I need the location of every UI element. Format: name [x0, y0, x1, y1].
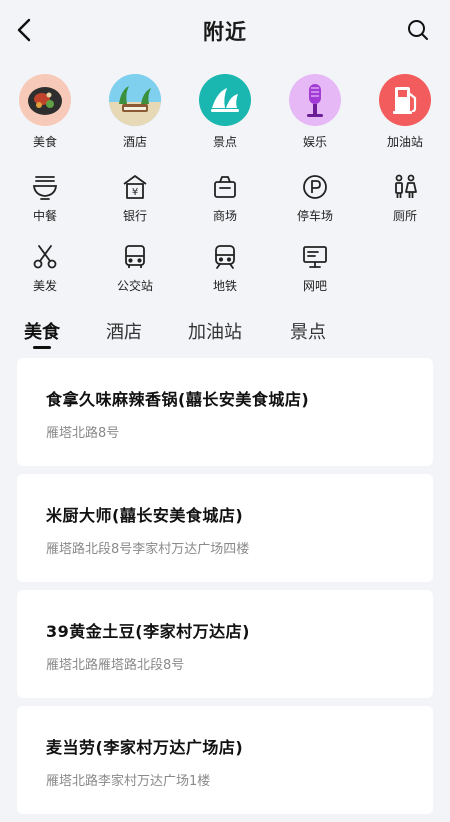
- place-card[interactable]: 食拿久味麻辣香锅(囍长安美食城店) 雁塔北路8号: [17, 358, 433, 466]
- category-label: 景点: [212, 135, 237, 149]
- place-address: 雁塔北路李家村万达广场1楼: [46, 774, 211, 789]
- category-hotel[interactable]: 酒店: [90, 74, 180, 150]
- category-food[interactable]: 美食: [0, 74, 90, 150]
- category-label: 娱乐: [302, 135, 327, 149]
- category-label: 地铁: [212, 279, 237, 293]
- category-restroom[interactable]: 厕所: [360, 172, 450, 242]
- category-bank[interactable]: ¥ 银行: [90, 172, 180, 242]
- subway-icon: [210, 242, 240, 272]
- page-title: 附近: [203, 20, 247, 44]
- noodle-bowl-icon: [30, 172, 60, 202]
- tab-gas-station[interactable]: 加油站: [188, 318, 242, 344]
- place-name: 米厨大师(囍长安美食城店): [46, 506, 244, 525]
- category-label: 公交站: [116, 279, 153, 293]
- place-card[interactable]: 米厨大师(囍长安美食城店) 雁塔路北段8号李家村万达广场四楼: [17, 474, 433, 582]
- category-label: 商场: [212, 209, 237, 223]
- category-grid: 中餐 ¥ 银行 商场 停车场 厕所 美发 公交站 地铁 网吧: [0, 172, 450, 312]
- tab-hotel[interactable]: 酒店: [106, 318, 142, 344]
- category-label: 酒店: [122, 135, 147, 149]
- place-name: 食拿久味麻辣香锅(囍长安美食城店): [46, 390, 310, 409]
- place-address: 雁塔北路8号: [46, 426, 120, 441]
- category-mall[interactable]: 商场: [180, 172, 270, 242]
- attraction-icon: [199, 74, 251, 126]
- scissors-icon: [30, 242, 60, 272]
- tab-attraction[interactable]: 景点: [290, 318, 326, 344]
- search-button[interactable]: [402, 14, 434, 46]
- place-card[interactable]: 39黄金土豆(李家村万达店) 雁塔北路雁塔路北段8号: [17, 590, 433, 698]
- featured-categories: 美食 酒店 景点 娱乐 加油站: [0, 74, 450, 150]
- category-bus-stop[interactable]: 公交站: [90, 242, 180, 312]
- gas-station-icon: [379, 74, 431, 126]
- category-chinese-food[interactable]: 中餐: [0, 172, 90, 242]
- place-address: 雁塔路北段8号李家村万达广场四楼: [46, 542, 250, 557]
- category-entertainment[interactable]: 娱乐: [270, 74, 360, 150]
- place-card[interactable]: 麦当劳(李家村万达广场店) 雁塔北路李家村万达广场1楼: [17, 706, 433, 814]
- bank-icon: ¥: [120, 172, 150, 202]
- computer-icon: [300, 242, 330, 272]
- restroom-icon: [390, 172, 420, 202]
- category-label: 美发: [32, 279, 57, 293]
- parking-icon: [300, 172, 330, 202]
- category-attraction[interactable]: 景点: [180, 74, 270, 150]
- category-gas-station[interactable]: 加油站: [360, 74, 450, 150]
- place-name: 39黄金土豆(李家村万达店): [46, 622, 250, 641]
- tab-food[interactable]: 美食: [24, 318, 60, 344]
- place-name: 麦当劳(李家村万达广场店): [46, 738, 244, 757]
- category-label: 网吧: [302, 279, 327, 293]
- category-label: 停车场: [296, 209, 333, 223]
- svg-text:¥: ¥: [132, 187, 138, 198]
- hotel-icon: [109, 74, 161, 126]
- active-tab-indicator: [33, 346, 51, 349]
- category-label: 美食: [32, 135, 57, 149]
- place-list: 食拿久味麻辣香锅(囍长安美食城店) 雁塔北路8号 米厨大师(囍长安美食城店) 雁…: [17, 358, 433, 822]
- shopping-basket-icon: [210, 172, 240, 202]
- place-address: 雁塔北路雁塔路北段8号: [46, 658, 185, 673]
- search-icon: [408, 20, 428, 40]
- category-subway[interactable]: 地铁: [180, 242, 270, 312]
- category-hair-salon[interactable]: 美发: [0, 242, 90, 312]
- category-label: 银行: [122, 209, 147, 223]
- entertainment-icon: [289, 74, 341, 126]
- category-tabs: 美食 酒店 加油站 景点: [0, 318, 450, 352]
- category-parking[interactable]: 停车场: [270, 172, 360, 242]
- food-icon: [19, 74, 71, 126]
- category-label: 加油站: [386, 135, 423, 149]
- category-label: 厕所: [392, 209, 417, 223]
- bus-icon: [120, 242, 150, 272]
- top-bar: 附近: [0, 0, 450, 62]
- category-label: 中餐: [32, 209, 57, 223]
- category-internet-cafe[interactable]: 网吧: [270, 242, 360, 312]
